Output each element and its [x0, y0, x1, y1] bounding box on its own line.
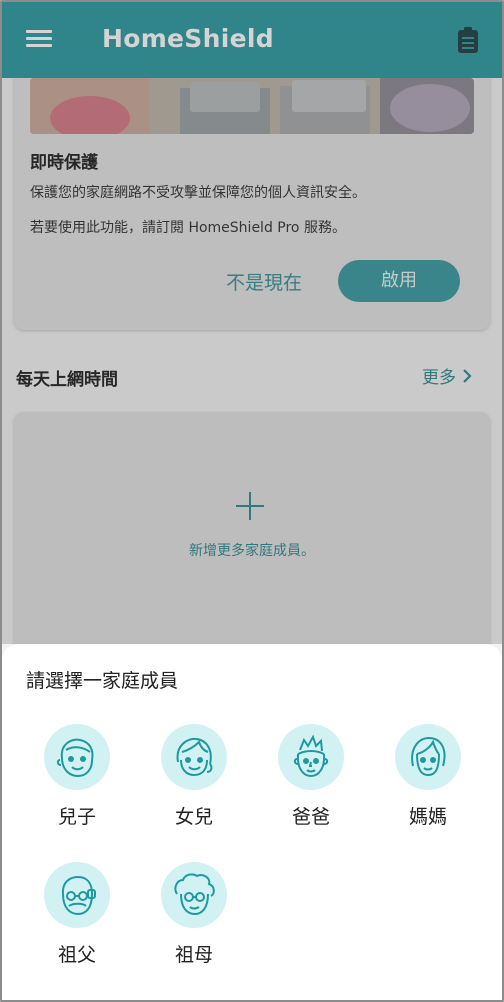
mother-avatar-icon: [395, 724, 461, 790]
family-member-picker-sheet: 請選擇一家庭成員 兒子 女兒 爸爸 媽媽 祖父 祖母: [2, 644, 502, 1000]
member-mother[interactable]: 媽媽: [373, 724, 483, 829]
grandmother-avatar-icon: [161, 862, 227, 928]
sheet-title: 請選擇一家庭成員: [26, 670, 179, 692]
member-label: 兒子: [57, 806, 96, 828]
member-label: 女兒: [174, 806, 213, 828]
member-son[interactable]: 兒子: [22, 724, 132, 829]
member-grandfather[interactable]: 祖父: [22, 862, 132, 967]
father-avatar-icon: [278, 724, 344, 790]
app-screen: 即時保護 保護您的家庭網路不受攻擊並保障您的個人資訊安全。 若要使用此功能，請訂…: [0, 0, 504, 1002]
member-father[interactable]: 爸爸: [256, 724, 366, 829]
member-label: 爸爸: [291, 806, 330, 828]
daughter-avatar-icon: [161, 724, 227, 790]
member-label: 媽媽: [408, 806, 447, 828]
member-label: 祖父: [57, 944, 96, 966]
son-avatar-icon: [44, 724, 110, 790]
member-grandmother[interactable]: 祖母: [139, 862, 249, 967]
member-daughter[interactable]: 女兒: [139, 724, 249, 829]
member-label: 祖母: [174, 944, 213, 966]
grandfather-avatar-icon: [44, 862, 110, 928]
